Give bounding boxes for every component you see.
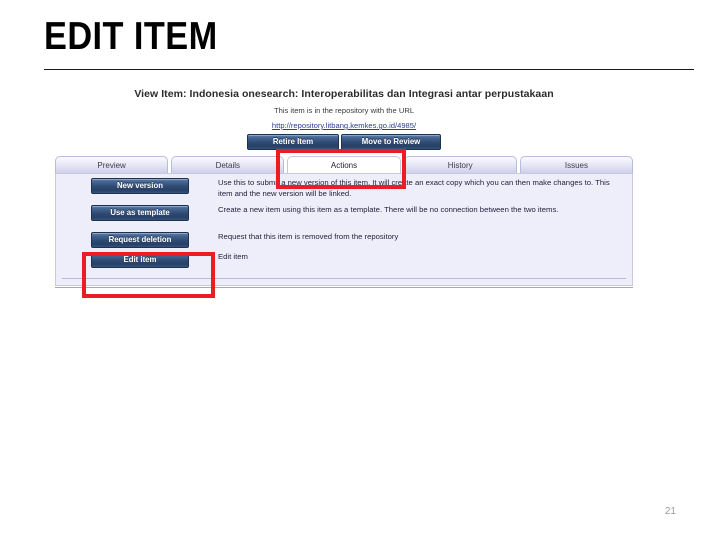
retire-item-button[interactable]: Retire Item: [247, 134, 339, 150]
use-as-template-button[interactable]: Use as template: [91, 205, 189, 221]
action-row: Use as template Create a new item using …: [56, 205, 632, 230]
tab-issues[interactable]: Issues: [519, 156, 634, 174]
top-action-buttons: Retire Item Move to Review: [55, 134, 633, 150]
request-deletion-description: Request that this item is removed from t…: [218, 232, 399, 241]
tab-preview[interactable]: Preview: [55, 156, 169, 174]
edit-item-description: Edit item: [218, 252, 248, 261]
use-as-template-button-cell: Use as template: [70, 205, 210, 226]
tab-details[interactable]: Details: [171, 156, 285, 174]
new-version-button[interactable]: New version: [91, 178, 189, 194]
screenshot-bottom-divider: [55, 287, 633, 288]
slide-page-number: 21: [664, 506, 676, 517]
new-version-button-cell: New version: [70, 178, 210, 199]
title-divider: [44, 69, 694, 70]
request-deletion-button[interactable]: Request deletion: [91, 232, 189, 248]
edit-item-button[interactable]: Edit item: [91, 252, 189, 268]
tab-history[interactable]: History: [403, 156, 517, 174]
edit-item-button-cell: Edit item: [70, 252, 210, 273]
view-item-heading: View Item: Indonesia onesearch: Interope…: [134, 88, 554, 100]
new-version-description: Use this to submit a new version of this…: [218, 178, 610, 198]
tab-actions[interactable]: Actions: [287, 156, 401, 174]
tab-strip: Preview Details Actions History Issues: [55, 153, 634, 174]
eprints-header: View Item: Indonesia onesearch: Interope…: [55, 88, 633, 133]
action-row: New version Use this to submit a new ver…: [56, 178, 632, 203]
use-as-template-description: Create a new item using this item as a t…: [218, 205, 559, 214]
actions-panel: New version Use this to submit a new ver…: [55, 173, 633, 286]
action-row: Edit item Edit item: [56, 252, 632, 277]
page-title: EDIT ITEM: [44, 15, 218, 58]
panel-footer-divider: [62, 278, 626, 279]
embedded-screenshot: View Item: Indonesia onesearch: Interope…: [55, 88, 634, 293]
repository-note: This item is in the repository with the …: [273, 106, 415, 115]
move-to-review-button[interactable]: Move to Review: [341, 134, 441, 150]
request-deletion-button-cell: Request deletion: [70, 232, 210, 253]
repository-url-link[interactable]: http://repository.litbang.kemkes.go.id/4…: [272, 121, 416, 130]
